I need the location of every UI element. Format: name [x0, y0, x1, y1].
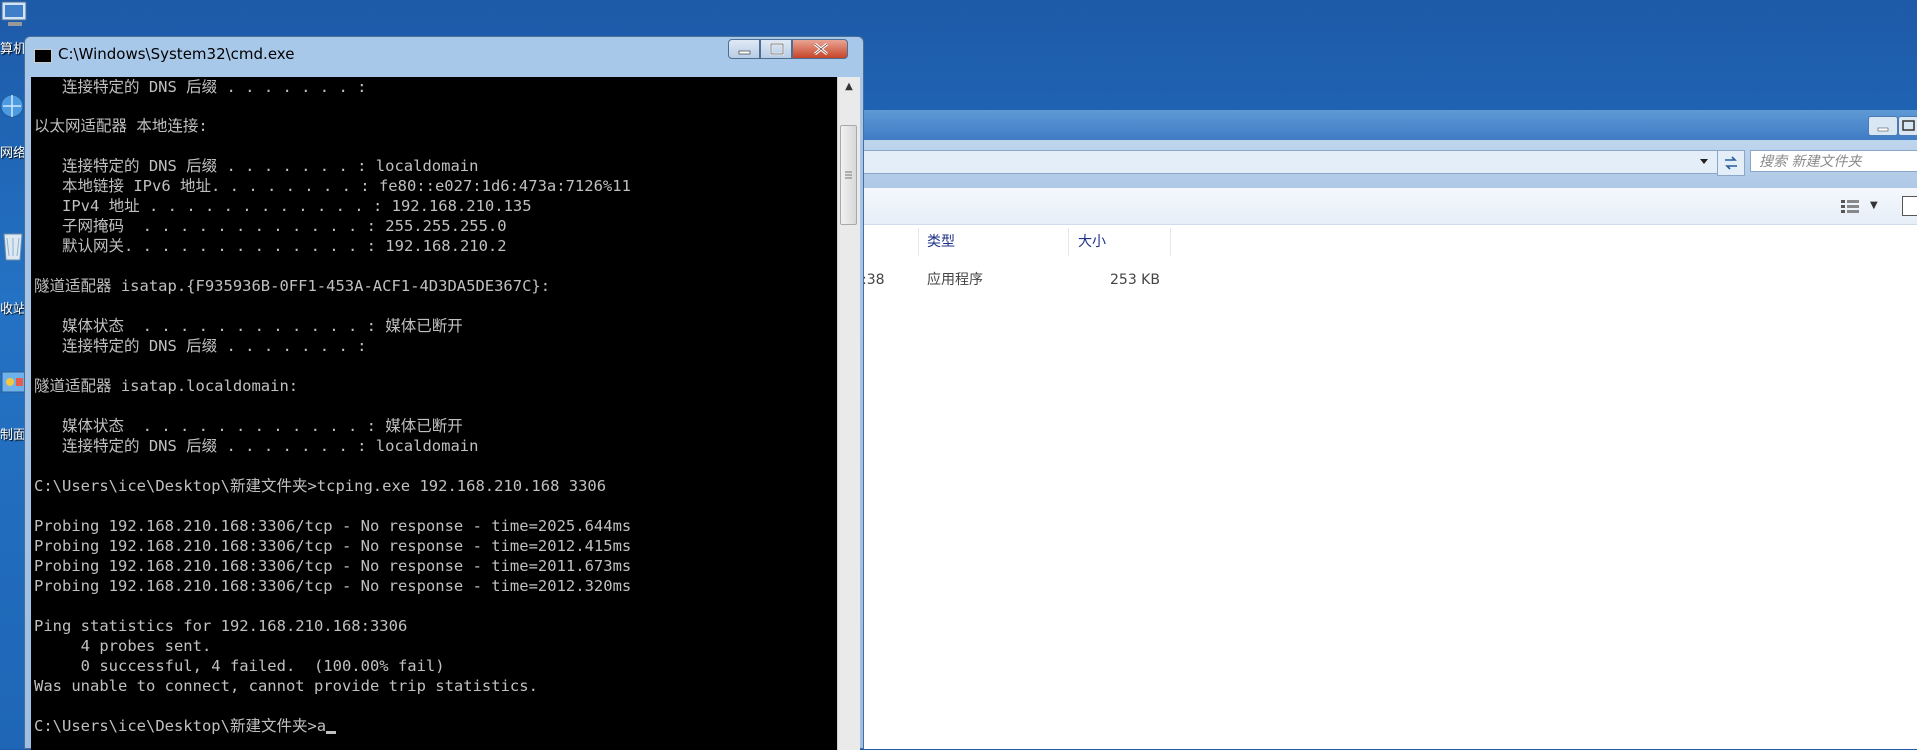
cmd-titlebar[interactable]: C:\Windows\System32\cmd.exe: [25, 37, 863, 71]
text-cursor: [326, 731, 337, 734]
file-size-cell: 253 KB: [1110, 272, 1160, 288]
console-line: IPv4 地址 . . . . . . . . . . . . : 192.16…: [34, 197, 532, 215]
column-separator: [1068, 228, 1069, 256]
explorer-maximize-button[interactable]: [1898, 116, 1917, 136]
console-line: Was unable to connect, cannot provide tr…: [34, 677, 538, 695]
console-line: Probing 192.168.210.168:3306/tcp - No re…: [34, 577, 632, 595]
console-line: C:\Users\ice\Desktop\新建文件夹>tcping.exe 19…: [34, 477, 607, 495]
console-line: Probing 192.168.210.168:3306/tcp - No re…: [34, 557, 632, 575]
console-line: 隧道适配器 isatap.{F935936B-0FF1-453A-ACF1-4D…: [34, 277, 551, 295]
file-type-cell: 应用程序: [927, 272, 983, 288]
file-modified-cell: :38: [862, 272, 885, 288]
console-line: 子网掩码 . . . . . . . . . . . . : 255.255.2…: [34, 217, 507, 235]
console-line: 连接特定的 DNS 后缀 . . . . . . . : localdomain: [34, 157, 479, 175]
cmd-app-icon: [34, 49, 52, 63]
console-line: 媒体状态 . . . . . . . . . . . . : 媒体已断开: [34, 317, 463, 335]
desktop-icon-label: 网络: [0, 146, 27, 161]
console-line: 默认网关. . . . . . . . . . . . . : 192.168.…: [34, 237, 507, 255]
explorer-window[interactable]: 搜索 新建文件夹 ▼ 类型 大小 :38 应用程序 253 KB: [862, 110, 1917, 749]
console-line: 连接特定的 DNS 后缀 . . . . . . . :: [34, 78, 367, 96]
console-line: 0 successful, 4 failed. (100.00% fail): [34, 657, 445, 675]
desktop-icon-label: 收站: [0, 302, 27, 317]
view-options-icon[interactable]: [1840, 198, 1860, 214]
explorer-minimize-button[interactable]: [1868, 116, 1898, 136]
column-header-type[interactable]: 类型: [927, 230, 955, 254]
address-bar[interactable]: [862, 150, 1719, 174]
cmd-window[interactable]: C:\Windows\System32\cmd.exe 连接特定的 DNS 后缀…: [24, 36, 864, 750]
desktop-icon-label: 制面: [0, 428, 27, 443]
computer-icon: [1, 1, 27, 26]
window-title: C:\Windows\System32\cmd.exe: [58, 45, 295, 63]
grip-icon: [845, 171, 852, 179]
console-prompt-text: C:\Users\ice\Desktop\新建文件夹>a: [34, 717, 327, 735]
maximize-button[interactable]: [760, 39, 792, 59]
close-button[interactable]: [792, 39, 848, 59]
console-line: 连接特定的 DNS 后缀 . . . . . . . :: [34, 337, 367, 355]
console-prompt-line[interactable]: C:\Users\ice\Desktop\新建文件夹>a: [34, 716, 337, 736]
console-line: 4 probes sent.: [34, 637, 212, 655]
console-line: 隧道适配器 isatap.localdomain:: [34, 377, 299, 395]
maximize-icon: [1902, 120, 1915, 131]
console-line: Ping statistics for 192.168.210.168:3306: [34, 617, 408, 635]
close-icon: [814, 42, 828, 56]
scrollbar-thumb[interactable]: [840, 125, 857, 225]
chevron-down-icon[interactable]: [1697, 154, 1711, 168]
console-line: 连接特定的 DNS 后缀 . . . . . . . : localdomain: [34, 437, 479, 455]
desktop-icon-label: 算机: [0, 42, 27, 57]
column-separator: [918, 228, 919, 256]
vertical-scrollbar[interactable]: ▲: [837, 77, 860, 750]
view-dropdown-caret[interactable]: ▼: [1870, 200, 1878, 211]
scroll-up-arrow-icon[interactable]: ▲: [838, 77, 860, 97]
refresh-icon: [1725, 156, 1737, 170]
explorer-frame: 搜索 新建文件夹: [862, 110, 1917, 189]
column-separator: [1170, 228, 1171, 256]
console-line: 以太网适配器 本地连接:: [34, 117, 208, 135]
minimize-button[interactable]: [728, 39, 760, 59]
console-line: 媒体状态 . . . . . . . . . . . . : 媒体已断开: [34, 417, 463, 435]
console-line: Probing 192.168.210.168:3306/tcp - No re…: [34, 517, 632, 535]
maximize-icon: [769, 42, 785, 56]
minimize-icon: [1877, 127, 1889, 132]
command-bar: [862, 188, 1917, 225]
minimize-icon: [738, 50, 751, 55]
console-line: Probing 192.168.210.168:3306/tcp - No re…: [34, 537, 632, 555]
search-input[interactable]: 搜索 新建文件夹: [1750, 150, 1917, 172]
console-line: 本地链接 IPv6 地址. . . . . . . . : fe80::e027…: [34, 177, 631, 195]
refresh-button[interactable]: [1717, 150, 1745, 176]
explorer-titlebar[interactable]: [862, 110, 1917, 140]
console-output[interactable]: 连接特定的 DNS 后缀 . . . . . . . : 以太网适配器 本地连接…: [31, 77, 837, 750]
column-header-size[interactable]: 大小: [1078, 230, 1106, 254]
preview-pane-icon[interactable]: [1902, 196, 1917, 216]
